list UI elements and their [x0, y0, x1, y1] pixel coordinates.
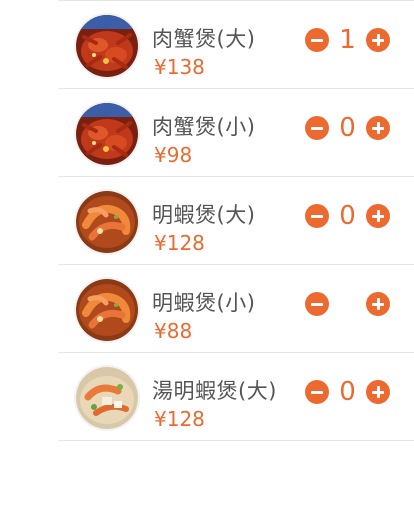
increase-quantity-button[interactable] — [366, 380, 390, 404]
increase-quantity-button[interactable] — [366, 28, 390, 52]
dish-image — [76, 367, 138, 429]
decrease-quantity-button[interactable] — [305, 28, 329, 52]
dish-row: 肉蟹煲(大) ¥138 1 — [58, 1, 414, 89]
quantity-value: 1 — [339, 25, 356, 55]
decrease-quantity-button[interactable] — [305, 292, 329, 316]
increase-quantity-button[interactable] — [366, 116, 390, 140]
increase-quantity-button[interactable] — [366, 204, 390, 228]
quantity-value: 0 — [339, 201, 356, 231]
dish-image — [76, 191, 138, 253]
dish-image — [76, 103, 138, 165]
dish-price: ¥138 — [154, 55, 205, 79]
dish-row: 明蝦煲(小) ¥88 — [58, 265, 414, 353]
dish-price: ¥98 — [154, 143, 193, 167]
quantity-stepper: 0 — [305, 377, 395, 407]
dish-image — [76, 279, 138, 341]
quantity-stepper — [305, 289, 395, 319]
dish-image — [76, 15, 138, 77]
decrease-quantity-button[interactable] — [305, 380, 329, 404]
quantity-stepper: 0 — [305, 113, 395, 143]
quantity-stepper: 0 — [305, 201, 395, 231]
decrease-quantity-button[interactable] — [305, 204, 329, 228]
dish-price: ¥88 — [154, 319, 193, 343]
dish-name: 明蝦煲(小) — [152, 291, 256, 315]
dish-name: 肉蟹煲(大) — [152, 27, 256, 51]
dish-name: 肉蟹煲(小) — [152, 115, 256, 139]
dish-row: 明蝦煲(大) ¥128 0 — [58, 177, 414, 265]
quantity-value: 0 — [339, 113, 356, 143]
decrease-quantity-button[interactable] — [305, 116, 329, 140]
dish-name: 明蝦煲(大) — [152, 203, 256, 227]
dish-name: 湯明蝦煲(大) — [152, 379, 277, 403]
quantity-value: 0 — [339, 377, 356, 407]
dish-row: 肉蟹煲(小) ¥98 0 — [58, 89, 414, 177]
dish-list: 肉蟹煲(大) ¥138 1 肉蟹煲(小) ¥98 0 明蝦煲(大) ¥128 0… — [58, 1, 414, 441]
quantity-stepper: 1 — [305, 25, 395, 55]
dish-price: ¥128 — [154, 231, 205, 255]
dish-price: ¥128 — [154, 407, 205, 431]
increase-quantity-button[interactable] — [366, 292, 390, 316]
dish-row: 湯明蝦煲(大) ¥128 0 — [58, 353, 414, 441]
